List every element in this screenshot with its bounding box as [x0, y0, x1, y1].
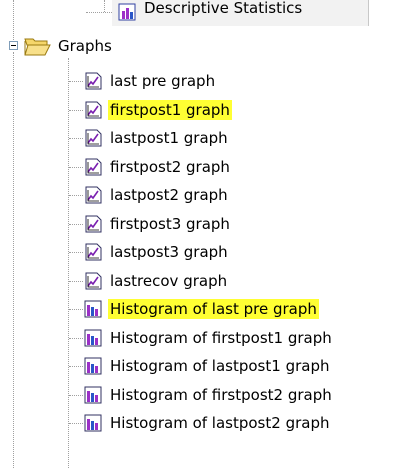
line-graph-icon [85, 72, 102, 90]
tree-item[interactable]: lastpost3 graph [84, 241, 230, 263]
tree-item[interactable]: firstpost1 graph [84, 99, 232, 121]
column-separator [368, 0, 369, 26]
tree-item-label: Histogram of firstpost2 graph [110, 386, 332, 404]
tree-item-label: Histogram of lastpost1 graph [110, 357, 330, 375]
tree-connector [69, 195, 83, 196]
histogram-icon [84, 386, 102, 404]
folder-label: Graphs [58, 37, 112, 55]
tree-connector [69, 366, 83, 367]
histogram-icon [84, 329, 102, 347]
tree-connector [69, 138, 83, 139]
tree-item-label: lastrecov graph [110, 272, 228, 290]
tree-connector [69, 81, 83, 82]
tree-item[interactable]: Histogram of lastpost1 graph [84, 355, 331, 377]
tree-item[interactable]: firstpost2 graph [84, 156, 232, 178]
tree-connector [69, 167, 83, 168]
tree-item-label: lastpost2 graph [110, 186, 228, 204]
tree-item-label: firstpost3 graph [110, 215, 230, 233]
tree-item-label: Histogram of lastpost2 graph [110, 414, 330, 432]
folder-open-icon [24, 38, 51, 56]
tree-item[interactable]: Histogram of firstpost2 graph [84, 384, 334, 406]
tree-connector [69, 395, 83, 396]
tree-connector [69, 252, 83, 253]
tree-connector [68, 58, 69, 468]
tree-item[interactable]: last pre graph [84, 70, 217, 92]
line-graph-icon [85, 243, 102, 261]
tree-connector [69, 224, 83, 225]
table-icon [118, 3, 136, 21]
tree-item-label: lastpost1 graph [110, 129, 228, 147]
tree-item-label: lastpost3 graph [110, 243, 228, 261]
tree-item-descriptive-statistics[interactable]: Descriptive Statistics [118, 0, 304, 23]
tree-item[interactable]: Histogram of lastpost2 graph [84, 412, 331, 434]
tree-item-label: Histogram of firstpost1 graph [110, 329, 332, 347]
tree-item-label: firstpost1 graph [108, 100, 232, 120]
line-graph-icon [85, 215, 102, 233]
tree-connector [69, 281, 83, 282]
tree-item[interactable]: lastrecov graph [84, 270, 229, 292]
tree-item[interactable]: Histogram of last pre graph [84, 298, 319, 320]
tree-connector [104, 0, 105, 12]
line-graph-icon [85, 101, 102, 119]
tree-folder-graphs[interactable]: Graphs [22, 35, 114, 57]
line-graph-icon [85, 272, 102, 290]
tree-item[interactable]: firstpost3 graph [84, 213, 232, 235]
tree-connector [86, 12, 112, 13]
tree-connector [69, 309, 83, 310]
tree-item[interactable]: lastpost1 graph [84, 127, 230, 149]
project-tree: Descriptive Statistics Graphs last pre g… [0, 0, 401, 468]
line-graph-icon [85, 129, 102, 147]
tree-item-label: Descriptive Statistics [144, 0, 303, 17]
tree-item[interactable]: lastpost2 graph [84, 184, 230, 206]
collapse-toggle[interactable] [9, 41, 18, 50]
tree-item[interactable]: Histogram of firstpost1 graph [84, 327, 334, 349]
histogram-icon [84, 414, 102, 432]
line-graph-icon [85, 158, 102, 176]
tree-connector [69, 338, 83, 339]
tree-connector [13, 52, 14, 468]
tree-connector [69, 110, 83, 111]
tree-connector [13, 0, 14, 40]
histogram-icon [84, 357, 102, 375]
line-graph-icon [85, 186, 102, 204]
histogram-icon [84, 300, 102, 318]
tree-item-label: Histogram of last pre graph [108, 299, 319, 319]
tree-item-label: last pre graph [110, 72, 216, 90]
tree-connector [69, 423, 83, 424]
tree-item-label: firstpost2 graph [110, 158, 230, 176]
